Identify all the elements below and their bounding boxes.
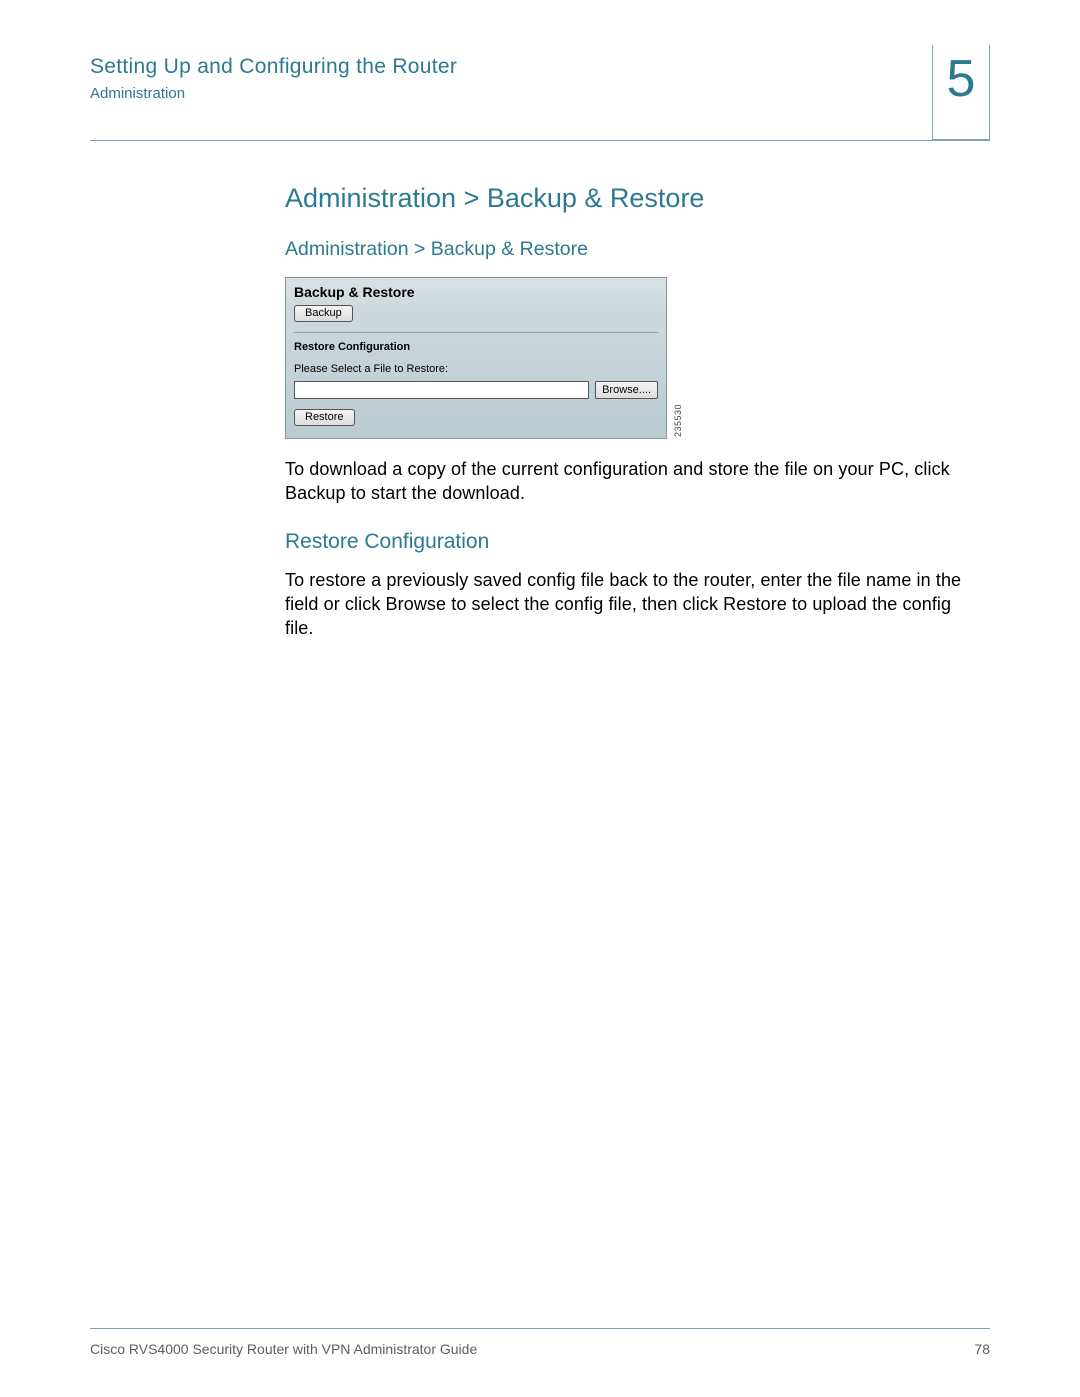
chapter-number-box: 5 xyxy=(932,45,990,140)
paragraph-restore-description: To restore a previously saved config fil… xyxy=(285,568,980,641)
figure-caption: Administration > Backup & Restore xyxy=(285,238,980,261)
screenshot-figure: Backup & Restore Backup Restore Configur… xyxy=(285,277,685,439)
figure-id-code: 235530 xyxy=(673,404,683,437)
paragraph-backup-description: To download a copy of the current config… xyxy=(285,457,980,506)
restore-config-heading: Restore Configuration xyxy=(294,341,658,353)
router-ui-panel: Backup & Restore Backup Restore Configur… xyxy=(285,277,667,439)
page-header: Setting Up and Configuring the Router Ad… xyxy=(90,55,990,141)
footer-guide-title: Cisco RVS4000 Security Router with VPN A… xyxy=(90,1341,477,1357)
page-footer: Cisco RVS4000 Security Router with VPN A… xyxy=(90,1328,990,1357)
browse-button[interactable]: Browse.... xyxy=(595,381,658,399)
file-input-row: Browse.... xyxy=(294,381,658,399)
divider xyxy=(294,332,658,333)
restore-button[interactable]: Restore xyxy=(294,409,355,426)
select-file-label: Please Select a File to Restore: xyxy=(294,363,658,375)
restore-config-subheading: Restore Configuration xyxy=(285,530,980,554)
chapter-number: 5 xyxy=(947,49,976,109)
backup-button[interactable]: Backup xyxy=(294,305,353,322)
footer-page-number: 78 xyxy=(974,1341,990,1357)
file-path-input[interactable] xyxy=(294,381,589,399)
section-heading: Administration > Backup & Restore xyxy=(285,183,980,214)
content-area: Administration > Backup & Restore Admini… xyxy=(90,141,990,640)
chapter-title: Setting Up and Configuring the Router xyxy=(90,55,990,79)
panel-title: Backup & Restore xyxy=(294,284,658,300)
chapter-subtitle: Administration xyxy=(90,85,990,102)
